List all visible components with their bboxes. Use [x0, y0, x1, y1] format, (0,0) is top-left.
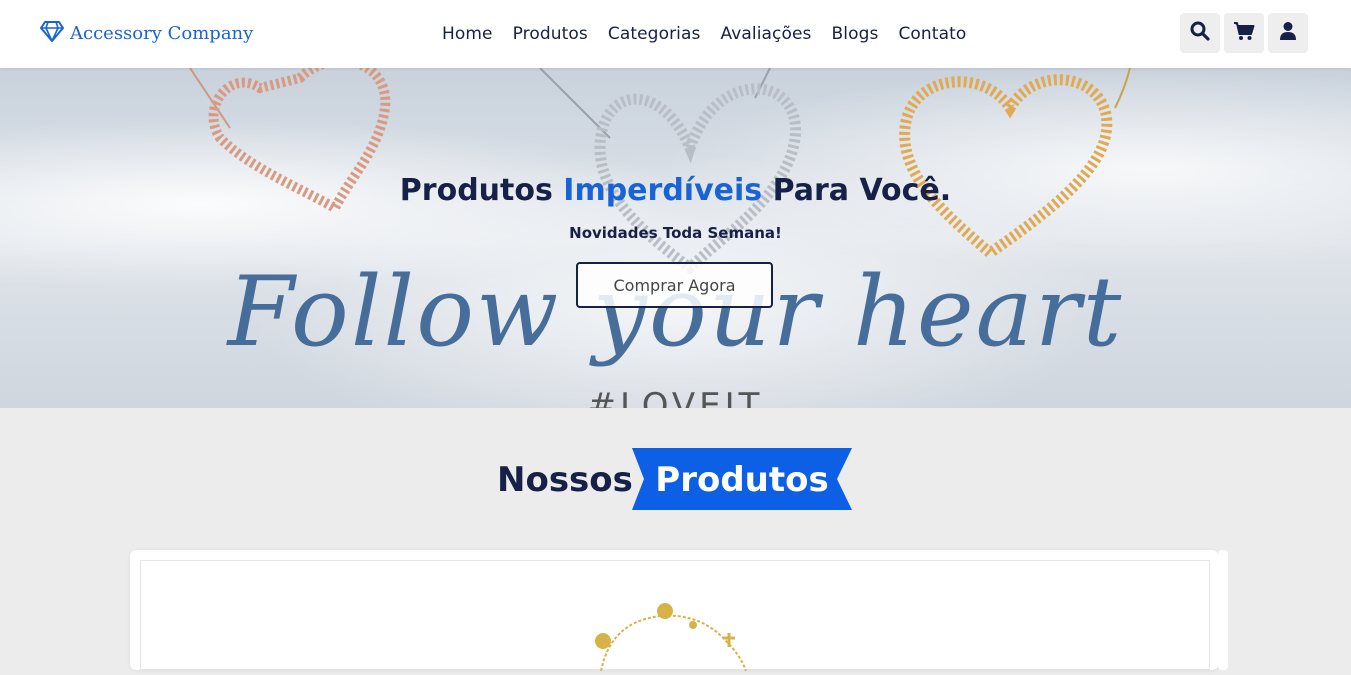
hero-title-part2: Para Você.	[762, 173, 952, 208]
user-icon	[1279, 21, 1297, 45]
logo-link[interactable]: Accessory Company	[40, 20, 253, 46]
hero-banner: Follow your heart #LOVEIT Produtos Imper…	[0, 68, 1351, 408]
nav-home[interactable]: Home	[442, 24, 493, 44]
buy-now-button[interactable]: Comprar Agora	[576, 262, 773, 308]
cart-icon	[1233, 21, 1255, 45]
bracelet-image	[595, 603, 747, 672]
search-button[interactable]	[1180, 13, 1220, 53]
hero-title-part1: Produtos	[399, 173, 564, 208]
nav-produtos[interactable]: Produtos	[513, 24, 588, 44]
nav-contato[interactable]: Contato	[898, 24, 966, 44]
header-actions	[1180, 13, 1308, 53]
hero-script-tag: #LOVEIT	[587, 386, 764, 408]
logo-text: Accessory Company	[70, 22, 254, 44]
products-heading-highlight: Produtos	[655, 460, 829, 500]
hero-title-highlight: Imperdíveis	[563, 173, 763, 208]
nav-avaliacoes[interactable]: Avaliações	[720, 24, 811, 44]
hero-subtitle: Novidades Toda Semana!	[569, 224, 782, 242]
products-heading-dark: Nossos	[497, 460, 633, 500]
diamond-icon	[40, 20, 64, 46]
search-icon	[1190, 21, 1210, 45]
products-heading: Nossos Produtos	[0, 448, 1351, 510]
product-image-frame	[140, 560, 1210, 672]
cart-button[interactable]	[1224, 13, 1264, 53]
account-button[interactable]	[1268, 13, 1308, 53]
next-card-edge	[1218, 550, 1228, 670]
main-nav: Home Produtos Categorias Avaliações Blog…	[442, 0, 966, 68]
site-header: Accessory Company Home Produtos Categori…	[0, 0, 1351, 68]
nav-categorias[interactable]: Categorias	[608, 24, 701, 44]
hero-title: Produtos Imperdíveis Para Você.	[0, 173, 1351, 208]
nav-blogs[interactable]: Blogs	[832, 24, 879, 44]
